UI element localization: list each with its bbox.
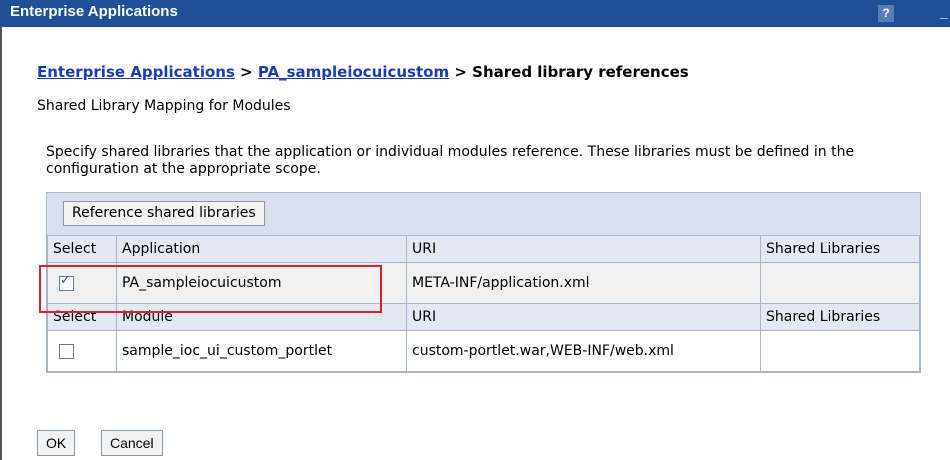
module-shared-libraries [760, 330, 920, 372]
window-border [0, 27, 2, 460]
table-row: sample_ioc_ui_custom_portlet custom-port… [47, 330, 920, 372]
application-uri: META-INF/application.xml [406, 262, 761, 304]
column-header-uri: URI [406, 303, 761, 331]
ok-button[interactable]: OK [37, 430, 76, 456]
column-header-module: Module [116, 303, 407, 331]
help-icon[interactable]: ? [878, 5, 894, 22]
shared-library-panel: Reference shared libraries Select Applic… [46, 192, 921, 373]
column-header-uri: URI [406, 235, 761, 263]
module-uri: custom-portlet.war,WEB-INF/web.xml [406, 330, 761, 372]
page-subtitle: Shared Library Mapping for Modules [37, 98, 291, 114]
application-header-row: Select Application URI Shared Libraries [47, 235, 920, 263]
cancel-button[interactable]: Cancel [101, 430, 163, 456]
page-description: Specify shared libraries that the applic… [46, 144, 855, 177]
column-header-select: Select [47, 303, 117, 331]
module-name: sample_ioc_ui_custom_portlet [116, 330, 407, 372]
mapping-table: Select Application URI Shared Libraries … [47, 235, 920, 372]
select-cell [47, 262, 117, 304]
window-title: Enterprise Applications [10, 3, 178, 20]
breadcrumb-link-enterprise-applications[interactable]: Enterprise Applications [37, 63, 235, 81]
module-select-checkbox[interactable] [59, 343, 74, 359]
breadcrumb-separator: > [449, 63, 473, 81]
window-title-bar: Enterprise Applications ? _ [0, 0, 950, 27]
minimize-icon[interactable]: _ [940, 4, 948, 20]
application-name: PA_sampleiocuicustom [116, 262, 407, 304]
column-header-select: Select [47, 235, 117, 263]
column-header-shared-libraries: Shared Libraries [760, 303, 920, 331]
application-shared-libraries [760, 262, 920, 304]
table-row: PA_sampleiocuicustom META-INF/applicatio… [47, 262, 920, 304]
panel-toolbar: Reference shared libraries [47, 193, 920, 235]
breadcrumb-current: Shared library references [472, 63, 689, 81]
module-header-row: Select Module URI Shared Libraries [47, 303, 920, 331]
application-select-checkbox[interactable] [59, 273, 74, 291]
breadcrumb-link-application[interactable]: PA_sampleiocuicustom [258, 63, 449, 81]
column-header-application: Application [116, 235, 407, 263]
breadcrumb-separator: > [234, 63, 258, 81]
breadcrumb: Enterprise Applications > PA_sampleiocui… [37, 63, 689, 81]
column-header-shared-libraries: Shared Libraries [760, 235, 920, 263]
reference-shared-libraries-button[interactable]: Reference shared libraries [63, 201, 265, 226]
select-cell [47, 330, 117, 372]
